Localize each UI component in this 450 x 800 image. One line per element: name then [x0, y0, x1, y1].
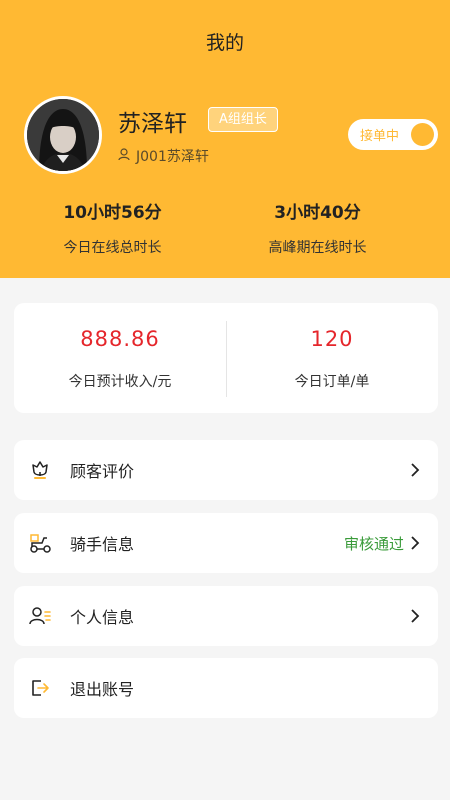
avatar[interactable]	[24, 96, 102, 174]
expected-income-block: 888.86 今日预计收入/元	[14, 327, 226, 391]
toggle-label: 接单中	[360, 129, 400, 144]
income-card: 888.86 今日预计收入/元 120 今日订单/单	[14, 303, 438, 413]
menu-label-logout: 退出账号	[70, 680, 135, 699]
review-status: 审核通过	[343, 534, 404, 553]
menu-item-logout[interactable]: 退出账号	[14, 658, 438, 718]
scooter-icon	[26, 529, 54, 557]
person-list-icon	[26, 602, 54, 630]
chevron-right-icon	[408, 536, 422, 550]
peak-online-label: 高峰期在线时长	[268, 240, 367, 256]
orders-label: 今日订单/单	[294, 374, 370, 390]
expected-income-value: 888.86	[80, 327, 160, 351]
peak-online-value: 3小时40分	[274, 203, 361, 223]
expected-income-label: 今日预计收入/元	[68, 374, 172, 390]
online-total-value: 10小时56分	[63, 203, 162, 223]
orders-value: 120	[310, 327, 354, 351]
orders-block: 120 今日订单/单	[226, 327, 438, 391]
menu-label-rider-info: 骑手信息	[70, 535, 135, 554]
chevron-right-icon	[408, 609, 422, 623]
user-id: J001苏泽轩	[136, 149, 209, 165]
profile-header: 我的 苏泽轩 A组组长 J001苏泽轩 接单中 10小时56分 今日在线总时长 …	[0, 0, 450, 278]
role-badge: A组组长	[208, 107, 278, 132]
user-id-row: J001苏泽轩	[118, 146, 209, 166]
flower-icon	[26, 456, 54, 484]
order-status-toggle[interactable]: 接单中	[348, 119, 438, 150]
peak-online-stat: 3小时40分 高峰期在线时长	[205, 198, 430, 257]
avatar-image	[27, 99, 99, 171]
toggle-knob	[411, 123, 434, 146]
menu-item-reviews[interactable]: 顾客评价	[14, 440, 438, 500]
menu-item-rider-info[interactable]: 骑手信息 审核通过	[14, 513, 438, 573]
online-total-label: 今日在线总时长	[63, 240, 162, 256]
online-total-stat: 10小时56分 今日在线总时长	[0, 198, 225, 257]
user-icon	[118, 147, 130, 165]
chevron-right-icon	[408, 463, 422, 477]
menu-label-reviews: 顾客评价	[70, 462, 135, 481]
exit-icon	[26, 674, 54, 702]
page-title: 我的	[205, 32, 244, 54]
user-name: 苏泽轩	[118, 111, 187, 137]
menu-label-personal-info: 个人信息	[70, 608, 135, 627]
menu-item-personal-info[interactable]: 个人信息	[14, 586, 438, 646]
